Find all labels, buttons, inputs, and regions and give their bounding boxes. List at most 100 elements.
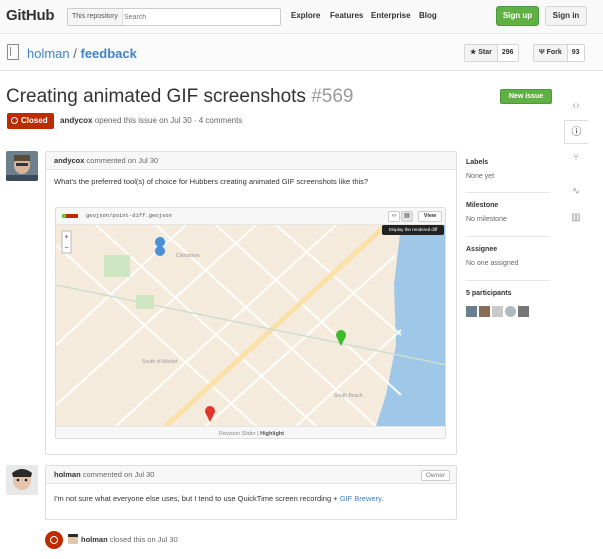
fork-icon: Ψ bbox=[539, 49, 547, 56]
sidebar-divider bbox=[466, 192, 550, 193]
embedded-map-screenshot: geojson/point-diff.geojson ‹› ▤ View + −… bbox=[55, 207, 446, 439]
pull-request-icon[interactable]: ⑂ bbox=[564, 146, 588, 170]
avatar-andycox-image bbox=[6, 151, 38, 181]
nav-enterprise[interactable]: Enterprise bbox=[371, 11, 411, 20]
avatar[interactable] bbox=[492, 306, 503, 317]
event-actor-link[interactable]: holman bbox=[81, 535, 108, 544]
fork-count[interactable]: 93 bbox=[568, 45, 584, 61]
star-widget[interactable]: ★ Star 296 bbox=[464, 44, 519, 62]
repo-nav-rail: ‹› ⓘ ⑂ ∿ ▥ bbox=[564, 92, 588, 232]
issues-icon[interactable]: ⓘ bbox=[564, 120, 588, 144]
svg-text:+: + bbox=[64, 234, 68, 241]
diffstat-icon bbox=[62, 214, 78, 218]
map-label-soma: South of Market bbox=[142, 359, 178, 365]
star-label: Star bbox=[478, 49, 492, 56]
search-box[interactable]: This repository bbox=[67, 8, 281, 26]
sidebar-labels: Labels None yet bbox=[466, 159, 550, 180]
github-logo[interactable]: GitHub bbox=[6, 7, 55, 24]
nav-blog[interactable]: Blog bbox=[419, 11, 437, 20]
comment-header: holman commented on Jul 30 Owner bbox=[46, 466, 456, 484]
repo-owner-link[interactable]: holman bbox=[27, 46, 70, 61]
comment-author-link[interactable]: andycox bbox=[54, 156, 84, 165]
comment-body: What's the preferred tool(s) of choice f… bbox=[54, 177, 369, 186]
map-label-south-beach: South Beach bbox=[334, 393, 363, 399]
avatar-holman-image bbox=[6, 465, 38, 495]
pulse-icon[interactable]: ∿ bbox=[564, 180, 588, 204]
fork-widget[interactable]: Ψ Fork 93 bbox=[533, 44, 585, 62]
issue-title: Creating animated GIF screenshots #569 bbox=[6, 86, 353, 108]
star-button[interactable]: ★ Star bbox=[465, 45, 498, 61]
event-text: closed this on Jul 30 bbox=[107, 535, 178, 544]
closed-event: holman closed this on Jul 30 bbox=[81, 535, 178, 544]
search-input[interactable] bbox=[124, 10, 274, 24]
signin-button[interactable]: Sign in bbox=[545, 6, 587, 26]
participants-heading: 5 participants bbox=[466, 290, 512, 297]
labels-value: None yet bbox=[466, 173, 495, 180]
state-label: Closed bbox=[21, 116, 48, 125]
avatar[interactable] bbox=[479, 306, 490, 317]
highlight-link[interactable]: Highlight bbox=[260, 431, 284, 437]
assignee-heading: Assignee bbox=[466, 246, 498, 253]
avatar[interactable] bbox=[6, 465, 38, 495]
repo-separator: / bbox=[69, 46, 81, 61]
nav-explore[interactable]: Explore bbox=[291, 11, 320, 20]
comment-header-text: commented on Jul 30 bbox=[84, 156, 159, 165]
milestone-heading: Milestone bbox=[466, 202, 499, 209]
map-label-chinatown: Chinatown bbox=[176, 253, 200, 259]
avatar[interactable] bbox=[68, 534, 78, 544]
sidebar-milestone: Milestone No milestone bbox=[466, 202, 550, 223]
issue-author-link[interactable]: andycox bbox=[60, 116, 92, 125]
source-diff-icon[interactable]: ‹› bbox=[388, 211, 400, 222]
search-scope: This repository bbox=[68, 9, 123, 25]
repo-header: holman / feedback ★ Star 296 Ψ Fork 93 bbox=[0, 35, 603, 71]
site-header: GitHub This repository Explore Features … bbox=[0, 0, 603, 34]
assignee-value: No one assigned bbox=[466, 260, 519, 267]
issue-meta: andycox opened this issue on Jul 30 · 4 … bbox=[60, 116, 242, 125]
star-icon: ★ bbox=[470, 49, 479, 56]
fork-button[interactable]: Ψ Fork bbox=[534, 45, 568, 61]
avatar-holman-small-image bbox=[68, 534, 78, 544]
gif-brewery-link[interactable]: GIF Brewery bbox=[340, 494, 382, 503]
labels-heading: Labels bbox=[466, 159, 489, 166]
comment-header: andycox commented on Jul 30 bbox=[46, 152, 456, 170]
closed-issue-icon bbox=[11, 117, 18, 124]
code-icon[interactable]: ‹› bbox=[564, 94, 588, 118]
repo-name-link[interactable]: feedback bbox=[80, 46, 136, 61]
new-issue-button[interactable]: New issue bbox=[500, 89, 552, 104]
avatar[interactable] bbox=[6, 151, 38, 181]
comment-body-suffix: . bbox=[381, 494, 384, 503]
map-file-path: geojson/point-diff.geojson bbox=[86, 212, 172, 219]
map-view-button[interactable]: View bbox=[418, 211, 442, 222]
fork-label: Fork bbox=[546, 49, 562, 56]
issue-meta-text: opened this issue on Jul 30 · 4 comments bbox=[92, 116, 243, 125]
signup-button[interactable]: Sign up bbox=[496, 6, 539, 26]
sidebar-divider bbox=[466, 280, 550, 281]
nav-features[interactable]: Features bbox=[330, 11, 363, 20]
svg-text:−: − bbox=[64, 245, 68, 252]
rendered-diff-tooltip: Display the rendered diff bbox=[382, 225, 444, 235]
star-count[interactable]: 296 bbox=[498, 45, 518, 61]
map-file-header: geojson/point-diff.geojson ‹› ▤ View bbox=[56, 208, 445, 225]
comment-body: I'm not sure what everyone else uses, bu… bbox=[46, 484, 456, 510]
graphs-icon[interactable]: ▥ bbox=[564, 206, 588, 230]
issue-number: #569 bbox=[311, 86, 354, 107]
map-canvas[interactable]: + − Chinatown South of Market South Beac… bbox=[56, 225, 446, 426]
comment-author-link[interactable]: holman bbox=[54, 470, 81, 479]
issue-title-text: Creating animated GIF screenshots bbox=[6, 86, 306, 107]
comment-header-text: commented on Jul 30 bbox=[80, 470, 155, 479]
revision-slider-link[interactable]: Revision Slider bbox=[219, 431, 256, 437]
comment-link-prefix: + bbox=[331, 494, 340, 503]
repo-title: holman / feedback bbox=[27, 46, 137, 61]
avatar[interactable] bbox=[505, 306, 516, 317]
milestone-value: No milestone bbox=[466, 216, 507, 223]
sidebar-divider bbox=[466, 236, 550, 237]
map-footer: Revision Slider | Highlight bbox=[56, 426, 445, 438]
comment-body-text: I'm not sure what everyone else uses, bu… bbox=[54, 494, 332, 503]
issue-state-badge: Closed bbox=[7, 113, 54, 129]
comment-holman: holman commented on Jul 30 Owner I'm not… bbox=[45, 465, 457, 520]
avatar[interactable] bbox=[466, 306, 477, 317]
rendered-diff-icon[interactable]: ▤ bbox=[401, 211, 413, 222]
avatar[interactable] bbox=[518, 306, 529, 317]
owner-badge: Owner bbox=[420, 470, 450, 481]
sidebar-participants: 5 participants bbox=[466, 290, 550, 297]
